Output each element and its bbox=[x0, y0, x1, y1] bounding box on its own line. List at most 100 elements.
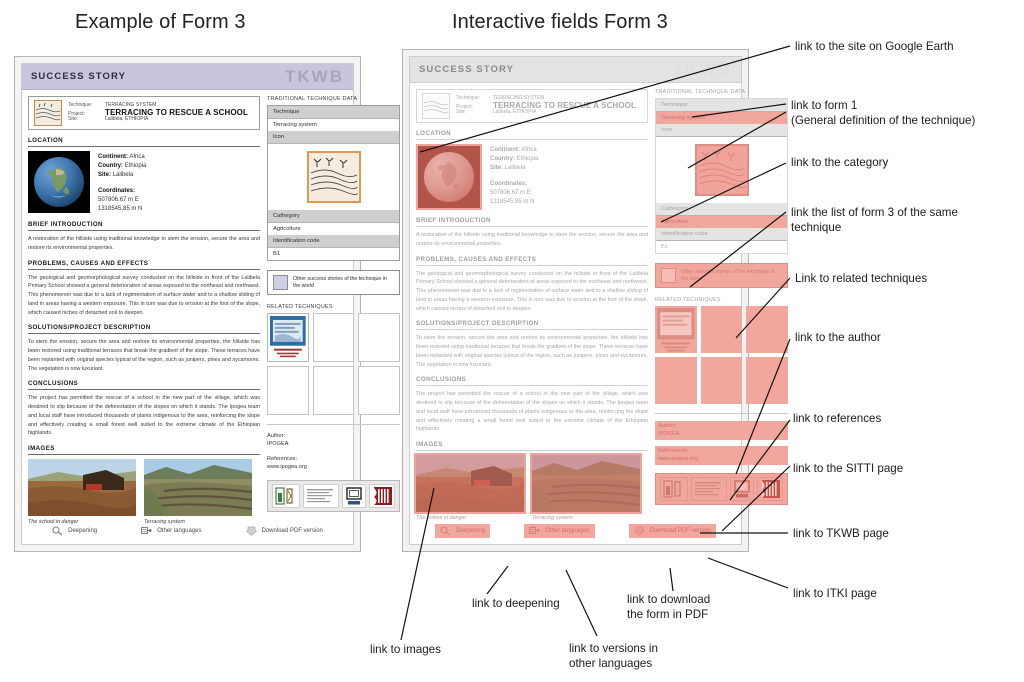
technique-icon-large[interactable] bbox=[306, 151, 361, 203]
annotation-references: link to references bbox=[793, 412, 882, 425]
coordinate-easting: 507806.67 m E bbox=[490, 190, 531, 196]
other-success-stories-button[interactable]: Other success stories of the technique i… bbox=[267, 270, 400, 295]
annotation-same-technique-list: link the list of form 3 of the same tech… bbox=[791, 206, 958, 235]
download-pdf-label: Download PDF version bbox=[649, 528, 711, 534]
row-value-technique[interactable]: Terracing system bbox=[268, 119, 399, 131]
section-heading-brief: BRIEF INTRODUCTION bbox=[28, 221, 103, 228]
section-heading-location: LOCATION bbox=[416, 130, 452, 137]
continent-value: Africa bbox=[521, 147, 537, 153]
annotation-author: link to the author bbox=[795, 331, 881, 344]
related-technique-card[interactable] bbox=[358, 366, 400, 415]
annotation-related-techniques: Link to related techniques bbox=[795, 272, 928, 285]
download-pdf-button[interactable]: Download PDF version bbox=[628, 524, 716, 538]
section-heading-conclusions: CONCLUSIONS bbox=[28, 380, 79, 388]
image-school-in-danger[interactable] bbox=[28, 459, 136, 516]
author-value: IPOGEA bbox=[267, 441, 289, 448]
related-technique-card[interactable] bbox=[746, 357, 788, 404]
highlight-overlay bbox=[532, 455, 640, 512]
deepening-button[interactable]: Deepening bbox=[435, 524, 491, 538]
brief-introduction-text: A restoration of the hillside using trad… bbox=[28, 236, 260, 251]
form-sheet: SUCCESS STORY TKWB Technique: TERRACING … bbox=[409, 56, 788, 545]
caption-right-form: Interactive fields Form 3 bbox=[452, 11, 668, 33]
divider bbox=[416, 385, 648, 387]
divider bbox=[416, 329, 648, 331]
references-label: References: bbox=[267, 455, 298, 462]
sitti-logo[interactable] bbox=[272, 483, 300, 508]
annotation-images: link to images bbox=[370, 643, 441, 656]
site-value: Lalibela, ETHIOPIA bbox=[493, 109, 537, 116]
form-sheet: SUCCESS STORY TKWB Technique: TERRACING … bbox=[21, 63, 400, 545]
itki-logo[interactable] bbox=[757, 476, 783, 501]
section-conclusions: CONCLUSIONS The project has permitted th… bbox=[416, 376, 648, 434]
coordinates-label: Coordinates: bbox=[98, 188, 136, 194]
image-cell: The school in danger bbox=[414, 453, 526, 521]
tkwb-logo[interactable] bbox=[342, 483, 366, 508]
partner-logos-bar bbox=[267, 479, 400, 512]
world-map-icon bbox=[661, 268, 676, 283]
annotation-download-pdf: link to download the form in PDF bbox=[627, 593, 711, 622]
partner-text-logo[interactable] bbox=[691, 476, 727, 501]
tkwb-logo-text: TKWB bbox=[673, 59, 732, 79]
related-technique-card[interactable] bbox=[267, 366, 309, 415]
related-technique-card[interactable] bbox=[267, 313, 309, 362]
row-header-identification-code: Identification code bbox=[268, 235, 399, 248]
deepening-button[interactable]: Deepening bbox=[47, 524, 102, 538]
sitti-logo[interactable] bbox=[660, 476, 688, 501]
technique-header: Technique: TERRACING SYSTEM Project: TER… bbox=[416, 89, 648, 123]
coordinate-northing: 1318545.85 m N bbox=[490, 199, 535, 205]
site-field-label: Site: bbox=[490, 165, 504, 171]
author-block[interactable]: Author: IPOGEA bbox=[267, 432, 400, 449]
tkwb-logo[interactable] bbox=[730, 476, 754, 501]
related-technique-card[interactable] bbox=[700, 306, 743, 353]
traditional-technique-data-table: Technique Terracing system Icon Cathegor… bbox=[655, 98, 788, 254]
image-school-in-danger[interactable] bbox=[414, 453, 526, 514]
continent-label: Continent: bbox=[490, 147, 520, 153]
related-technique-card[interactable] bbox=[312, 366, 355, 415]
other-languages-button[interactable]: Other languages bbox=[524, 524, 595, 538]
divider bbox=[416, 139, 648, 140]
row-header-category: Cathegory bbox=[268, 210, 399, 223]
section-heading-problems: PROBLEMS, CAUSES AND EFFECTS bbox=[28, 259, 149, 267]
divider bbox=[416, 450, 648, 451]
related-technique-card[interactable] bbox=[655, 357, 697, 404]
author-block[interactable]: Author: IPOGEA bbox=[655, 421, 788, 440]
google-earth-link-globe[interactable] bbox=[418, 146, 480, 208]
related-technique-card[interactable] bbox=[312, 313, 355, 362]
author-references-block: Author: IPOGEA References: www.ipogea.or… bbox=[655, 413, 788, 465]
site-value: Lalibela, ETHIOPIA bbox=[105, 116, 149, 123]
section-heading-location: LOCATION bbox=[28, 137, 64, 144]
download-pdf-button[interactable]: Download PDF version bbox=[241, 524, 328, 538]
other-success-stories-button[interactable]: Other success stories of the technique i… bbox=[655, 263, 788, 288]
site-field-value: Lalibela bbox=[112, 172, 134, 178]
traditional-technique-data-table: Technique Terracing system Icon Cathegor… bbox=[267, 105, 400, 261]
magnifier-icon bbox=[440, 526, 451, 536]
coordinates-label: Coordinates: bbox=[490, 181, 528, 187]
row-value-technique[interactable]: Terracing system bbox=[656, 112, 787, 124]
references-block[interactable]: References: www.ipogea.org bbox=[655, 445, 788, 465]
row-value-identification-code: B1 bbox=[656, 241, 787, 253]
languages-icon bbox=[529, 526, 541, 536]
technique-icon-large[interactable] bbox=[694, 144, 749, 196]
related-technique-card[interactable] bbox=[746, 306, 788, 353]
form-title: SUCCESS STORY bbox=[31, 71, 127, 82]
related-technique-card[interactable] bbox=[655, 306, 697, 353]
section-heading-solutions: SOLUTIONS/PROJECT DESCRIPTION bbox=[416, 320, 539, 328]
itki-logo[interactable] bbox=[369, 483, 395, 508]
related-technique-card[interactable] bbox=[358, 313, 400, 362]
related-technique-card[interactable] bbox=[700, 357, 743, 404]
form-title: SUCCESS STORY bbox=[419, 64, 515, 75]
brief-introduction-text: A restoration of the hillside using trad… bbox=[416, 232, 648, 247]
site-field-value: Lalibela bbox=[504, 165, 526, 171]
deepening-label: Deepening bbox=[68, 528, 98, 534]
section-brief-introduction: BRIEF INTRODUCTION A restoration of the … bbox=[28, 221, 260, 253]
globe-image[interactable] bbox=[28, 151, 90, 213]
references-block[interactable]: References: www.ipogea.org bbox=[267, 455, 400, 472]
row-header-icon: Icon bbox=[268, 131, 399, 144]
row-value-category[interactable]: Agricolture bbox=[656, 216, 787, 228]
image-terracing-system[interactable] bbox=[530, 453, 642, 514]
country-value: Ethiopia bbox=[516, 156, 539, 162]
image-terracing-system[interactable] bbox=[144, 459, 252, 516]
other-languages-button[interactable]: Other languages bbox=[136, 524, 206, 538]
partner-text-logo[interactable] bbox=[303, 483, 339, 508]
row-value-category[interactable]: Agricolture bbox=[268, 223, 399, 235]
